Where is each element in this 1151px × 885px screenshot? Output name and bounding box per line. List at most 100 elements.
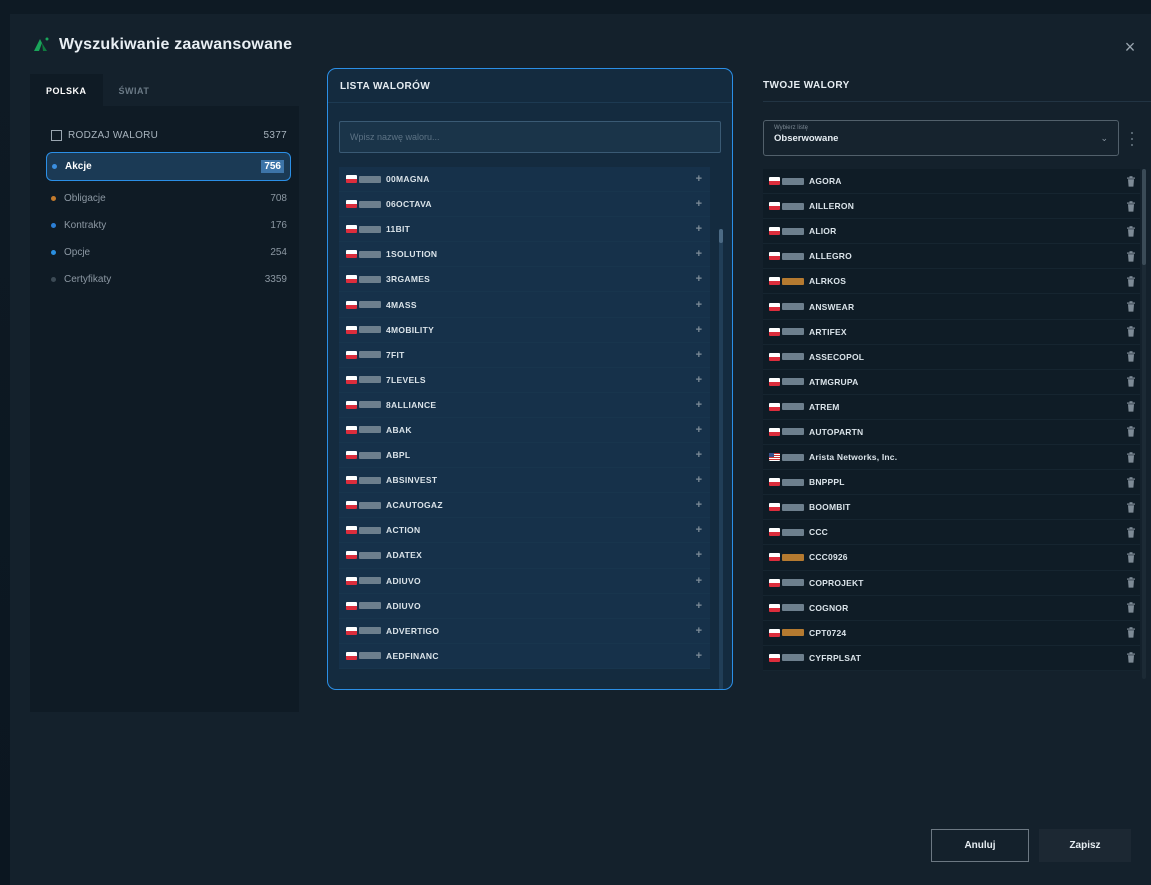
list-item[interactable]: ADATEX +	[339, 543, 710, 569]
security-name: ABPL	[386, 450, 411, 461]
list-item[interactable]: 8ALLIANCE +	[339, 392, 710, 418]
trash-icon[interactable]	[1124, 249, 1138, 263]
list-item[interactable]: AEDFINANC +	[339, 643, 710, 669]
my-securities-scrollbar[interactable]	[1142, 169, 1146, 679]
list-item[interactable]: AGORA	[763, 169, 1140, 195]
close-icon[interactable]: ×	[1119, 36, 1141, 58]
list-item[interactable]: COGNOR	[763, 595, 1140, 621]
trash-icon[interactable]	[1124, 450, 1138, 464]
trash-icon[interactable]	[1124, 300, 1138, 314]
trash-icon[interactable]	[1124, 626, 1138, 640]
list-item[interactable]: ABSINVEST +	[339, 468, 710, 494]
list-item[interactable]: ALIOR	[763, 219, 1140, 245]
list-item[interactable]: 4MASS +	[339, 292, 710, 318]
add-icon[interactable]: +	[696, 625, 702, 637]
list-item[interactable]: AUTOPARTN	[763, 419, 1140, 446]
list-item[interactable]: ABPL +	[339, 443, 710, 469]
add-icon[interactable]: +	[696, 273, 702, 285]
list-item[interactable]: 7FIT +	[339, 342, 710, 368]
list-item[interactable]: 3RGAMES +	[339, 267, 710, 293]
add-icon[interactable]: +	[696, 173, 702, 185]
list-item[interactable]: ACAUTOGAZ +	[339, 493, 710, 519]
list-item[interactable]: Arista Networks, Inc.	[763, 445, 1140, 471]
list-item[interactable]: 11BIT +	[339, 217, 710, 243]
list-item[interactable]: ADIUVO +	[339, 593, 710, 619]
list-item[interactable]: 4MOBILITY +	[339, 317, 710, 343]
trash-icon[interactable]	[1124, 475, 1138, 489]
list-item[interactable]: ADIUVO +	[339, 568, 710, 594]
add-icon[interactable]: +	[696, 198, 702, 210]
list-item[interactable]: 1SOLUTION +	[339, 242, 710, 268]
trash-icon[interactable]	[1124, 174, 1138, 188]
list-item[interactable]: ANSWEAR	[763, 294, 1140, 320]
watchlist-select[interactable]: Wybierz listę Obserwowane ⌄	[763, 120, 1119, 156]
add-icon[interactable]: +	[696, 349, 702, 361]
category-item[interactable]: Akcje 756	[46, 152, 291, 181]
add-icon[interactable]: +	[696, 399, 702, 411]
list-item[interactable]: CCC0926	[763, 545, 1140, 571]
add-icon[interactable]: +	[696, 524, 702, 536]
tab-swiat[interactable]: ŚWIAT	[103, 86, 166, 106]
more-options-icon[interactable]	[1131, 132, 1134, 146]
add-icon[interactable]: +	[696, 600, 702, 612]
add-icon[interactable]: +	[696, 650, 702, 662]
save-button[interactable]: Zapisz	[1039, 829, 1131, 862]
list-item[interactable]: ARTIFEX	[763, 319, 1140, 345]
trash-icon[interactable]	[1124, 400, 1138, 414]
list-item[interactable]: ALLEGRO	[763, 244, 1140, 270]
category-item[interactable]: Obligacje 708	[30, 185, 299, 212]
add-icon[interactable]: +	[696, 575, 702, 587]
trash-icon[interactable]	[1124, 525, 1138, 539]
list-item[interactable]: ABAK +	[339, 417, 710, 444]
trash-icon[interactable]	[1124, 224, 1138, 238]
list-item[interactable]: 06OCTAVA +	[339, 192, 710, 218]
trash-icon[interactable]	[1124, 199, 1138, 213]
add-icon[interactable]: +	[696, 449, 702, 461]
list-item[interactable]: AILLERON	[763, 194, 1140, 220]
list-item[interactable]: ATMGRUPA	[763, 369, 1140, 395]
list-item[interactable]: COPROJEKT	[763, 570, 1140, 596]
trash-icon[interactable]	[1124, 500, 1138, 514]
security-name: CCC0926	[809, 552, 848, 563]
list-item[interactable]: ASSECOPOL	[763, 344, 1140, 370]
list-item[interactable]: CCC	[763, 520, 1140, 546]
list-item[interactable]: BNPPPL	[763, 470, 1140, 496]
trash-icon[interactable]	[1124, 325, 1138, 339]
trash-icon[interactable]	[1124, 375, 1138, 389]
securities-scrollbar[interactable]	[719, 229, 723, 689]
add-icon[interactable]: +	[696, 299, 702, 311]
list-item[interactable]: ATREM	[763, 394, 1140, 420]
tab-polska[interactable]: POLSKA	[30, 74, 103, 106]
list-item[interactable]: CYFRPLSAT	[763, 645, 1140, 671]
select-all-checkbox[interactable]	[51, 129, 62, 141]
trash-icon[interactable]	[1124, 550, 1138, 564]
add-icon[interactable]: +	[696, 248, 702, 260]
category-item[interactable]: Certyfikaty 3359	[30, 266, 299, 293]
list-item[interactable]: ACTION +	[339, 518, 710, 544]
add-icon[interactable]: +	[696, 374, 702, 386]
category-item[interactable]: Kontrakty 176	[30, 212, 299, 239]
trash-icon[interactable]	[1124, 350, 1138, 364]
trash-icon[interactable]	[1124, 651, 1138, 665]
add-icon[interactable]: +	[696, 424, 702, 436]
trash-icon[interactable]	[1124, 274, 1138, 288]
watchlist-select-label: Wybierz listę	[774, 125, 808, 131]
trash-icon[interactable]	[1124, 601, 1138, 615]
list-item[interactable]: 7LEVELS +	[339, 367, 710, 393]
add-icon[interactable]: +	[696, 474, 702, 486]
add-icon[interactable]: +	[696, 549, 702, 561]
trash-icon[interactable]	[1124, 576, 1138, 590]
list-item[interactable]: ALRKOS	[763, 269, 1140, 295]
list-item[interactable]: BOOMBIT	[763, 495, 1140, 521]
add-icon[interactable]: +	[696, 223, 702, 235]
list-item[interactable]: ADVERTIGO +	[339, 618, 710, 644]
list-item[interactable]: 00MAGNA +	[339, 167, 710, 193]
add-icon[interactable]: +	[696, 499, 702, 511]
add-icon[interactable]: +	[696, 324, 702, 336]
cancel-button[interactable]: Anuluj	[931, 829, 1029, 862]
list-item[interactable]: CPT0724	[763, 620, 1140, 646]
search-input[interactable]	[339, 121, 721, 153]
trash-icon[interactable]	[1124, 425, 1138, 439]
category-item[interactable]: Opcje 254	[30, 239, 299, 266]
type-header-row[interactable]: RODZAJ WALORU 5377	[30, 122, 299, 148]
